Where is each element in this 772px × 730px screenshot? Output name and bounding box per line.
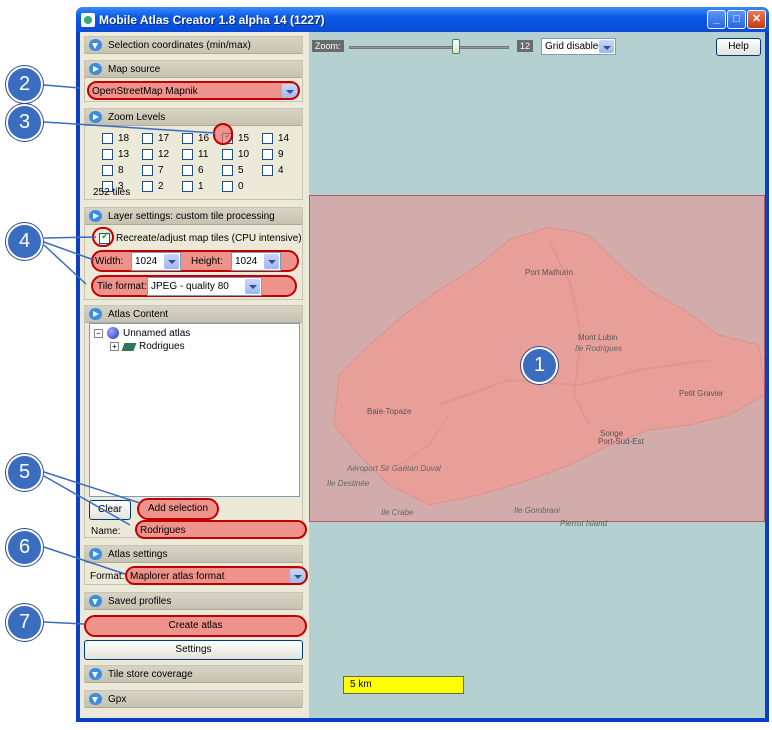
callout-6: 6	[6, 529, 43, 566]
callout-1: 1	[521, 347, 558, 384]
callout-5: 5	[6, 454, 43, 491]
callout-4: 4	[6, 223, 43, 260]
callout-7: 7	[6, 604, 43, 641]
callout-2: 2	[6, 66, 43, 103]
callout-3: 3	[6, 104, 43, 141]
callout-lines	[43, 84, 216, 625]
